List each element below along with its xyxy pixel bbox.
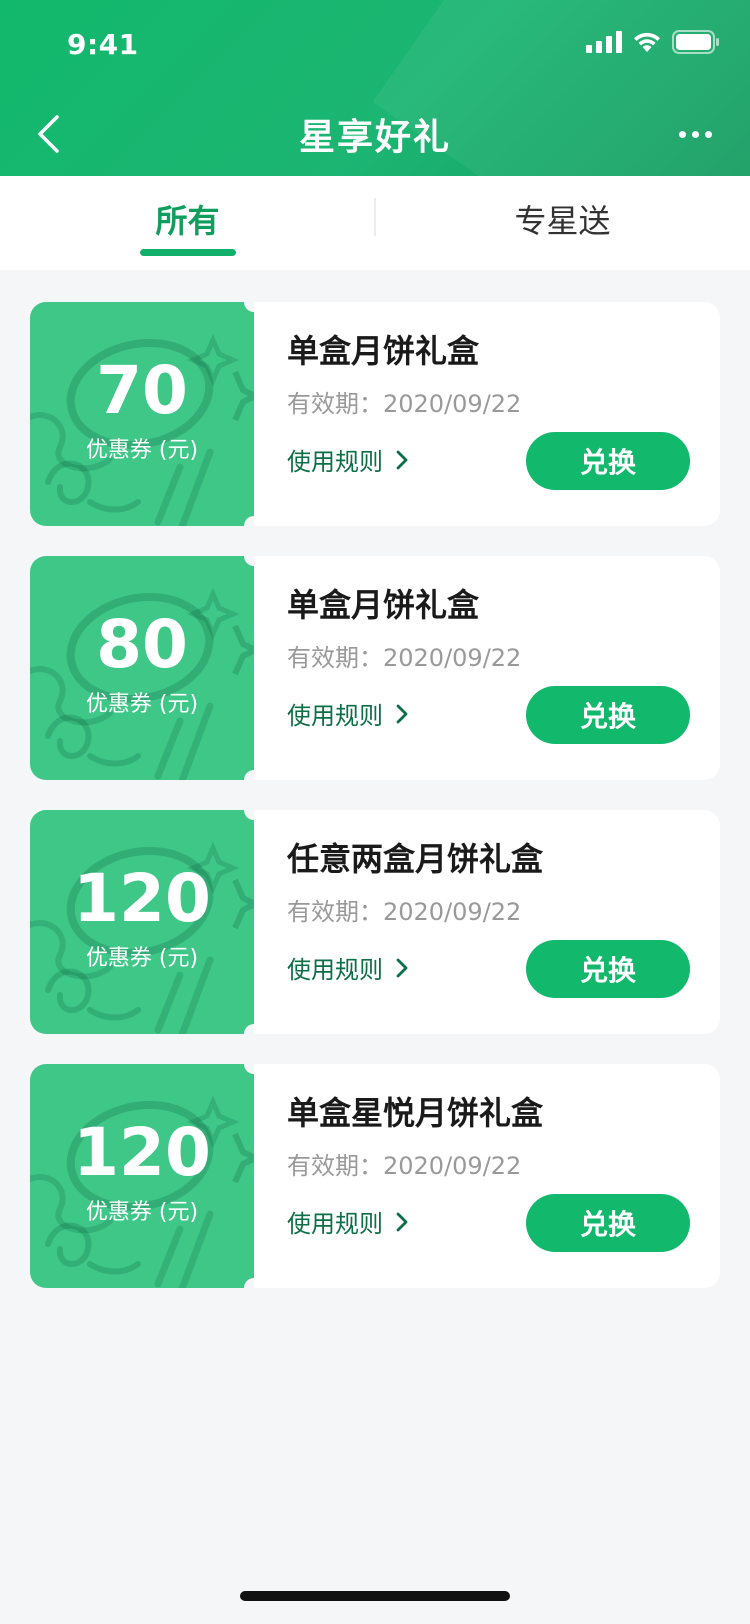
more-dot-icon xyxy=(678,130,686,138)
usage-rules-link[interactable]: 使用规则 xyxy=(287,1204,409,1239)
coupon-name: 单盒月饼礼盒 xyxy=(287,332,480,370)
wifi-icon xyxy=(632,31,662,53)
chevron-right-icon xyxy=(396,1212,408,1231)
coupon-value-panel: 120 优惠券 (元) xyxy=(30,810,254,1034)
usage-rules-link[interactable]: 使用规则 xyxy=(287,442,409,477)
usage-rules-label: 使用规则 xyxy=(287,702,383,730)
more-options-button[interactable] xyxy=(668,114,722,154)
coupon-validity: 有效期：2020/09/22 xyxy=(287,1152,522,1180)
coupon-details: 单盒月饼礼盒 有效期：2020/09/22 使用规则 兑换 xyxy=(254,556,720,780)
redeem-button[interactable]: 兑换 xyxy=(526,686,690,744)
coupon-name: 单盒星悦月饼礼盒 xyxy=(287,1094,544,1132)
chevron-right-icon xyxy=(396,450,408,469)
redeem-button[interactable]: 兑换 xyxy=(526,940,690,998)
coupon-value-panel: 70 优惠券 (元) xyxy=(30,302,254,526)
coupon-amount: 120 xyxy=(73,860,211,937)
coupon-name: 单盒月饼礼盒 xyxy=(287,586,480,624)
status-bar: 9:41 xyxy=(0,0,750,92)
coupon-validity: 有效期：2020/09/22 xyxy=(287,898,522,926)
coupon-unit-label: 优惠券 (元) xyxy=(85,946,199,971)
redeem-button[interactable]: 兑换 xyxy=(526,1194,690,1252)
header: 9:41 星享好礼 xyxy=(0,0,750,176)
navbar: 星享好礼 xyxy=(0,92,750,176)
coupon-card: 120 优惠券 (元) 任意两盒月饼礼盒 有效期：2020/09/22 使用规则… xyxy=(30,800,720,1044)
tab-delivery[interactable]: 专星送 xyxy=(375,176,750,270)
usage-rules-link[interactable]: 使用规则 xyxy=(287,696,409,731)
redeem-button[interactable]: 兑换 xyxy=(526,432,690,490)
chevron-right-icon xyxy=(396,704,408,723)
coupon-details: 单盒星悦月饼礼盒 有效期：2020/09/22 使用规则 兑换 xyxy=(254,1064,720,1288)
coupon-value-panel: 120 优惠券 (元) xyxy=(30,1064,254,1288)
coupon-name: 任意两盒月饼礼盒 xyxy=(287,840,544,878)
coupon-unit-label: 优惠券 (元) xyxy=(85,438,199,463)
battery-icon xyxy=(672,30,720,54)
coupon-unit-label: 优惠券 (元) xyxy=(85,1200,199,1225)
coupon-card: 120 优惠券 (元) 单盒星悦月饼礼盒 有效期：2020/09/22 使用规则… xyxy=(30,1054,720,1298)
coupon-details: 单盒月饼礼盒 有效期：2020/09/22 使用规则 兑换 xyxy=(254,302,720,526)
cellular-signal-icon xyxy=(586,31,622,53)
coupon-value-panel: 80 优惠券 (元) xyxy=(30,556,254,780)
app-root: 9:41 星享好礼 所有 专星送 70 优惠券 (元) 单盒月饼礼盒 有效期：2… xyxy=(0,0,750,1624)
coupon-card: 70 优惠券 (元) 单盒月饼礼盒 有效期：2020/09/22 使用规则 兑换 xyxy=(30,292,720,536)
tab-bar: 所有 专星送 xyxy=(0,176,750,270)
status-time: 9:41 xyxy=(67,28,139,61)
coupon-amount: 120 xyxy=(73,1114,211,1191)
more-dot-icon xyxy=(704,130,712,138)
usage-rules-link[interactable]: 使用规则 xyxy=(287,950,409,985)
tab-all[interactable]: 所有 xyxy=(0,176,375,270)
page-title: 星享好礼 xyxy=(298,117,451,158)
usage-rules-label: 使用规则 xyxy=(287,1210,383,1238)
coupon-unit-label: 优惠券 (元) xyxy=(85,692,199,717)
usage-rules-label: 使用规则 xyxy=(287,956,383,984)
coupon-validity: 有效期：2020/09/22 xyxy=(287,390,522,418)
status-icons xyxy=(586,30,720,54)
coupon-details: 任意两盒月饼礼盒 有效期：2020/09/22 使用规则 兑换 xyxy=(254,810,720,1034)
coupon-amount: 70 xyxy=(96,352,188,429)
coupon-validity: 有效期：2020/09/22 xyxy=(287,644,522,672)
coupon-card: 80 优惠券 (元) 单盒月饼礼盒 有效期：2020/09/22 使用规则 兑换 xyxy=(30,546,720,790)
usage-rules-label: 使用规则 xyxy=(287,448,383,476)
coupon-amount: 80 xyxy=(96,606,188,683)
chevron-right-icon xyxy=(396,958,408,977)
more-dot-icon xyxy=(691,130,699,138)
home-indicator xyxy=(240,1591,510,1601)
coupon-list: 70 优惠券 (元) 单盒月饼礼盒 有效期：2020/09/22 使用规则 兑换 xyxy=(30,292,720,1318)
